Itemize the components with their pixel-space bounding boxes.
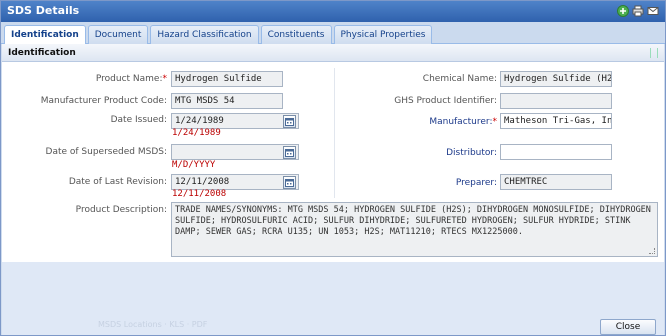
calendar-icon[interactable] (283, 176, 296, 189)
panel-header-label: Identification (8, 48, 76, 58)
date-last-revision-hint: 12/11/2008 (172, 189, 227, 199)
manufacturer-label: Manufacturer:* (429, 117, 497, 127)
grip-icon[interactable] (650, 48, 658, 58)
tab-constituents[interactable]: Constituents (260, 25, 332, 44)
calendar-icon[interactable] (283, 146, 296, 159)
title-bar-icons (617, 5, 659, 17)
product-description-text: TRADE NAMES/SYNONYMS: MTG MSDS 54; HYDRO… (175, 205, 651, 237)
tab-identification[interactable]: Identification (4, 25, 86, 45)
sds-details-window: SDS Details Identification Document Haza… (0, 0, 666, 336)
tab-physical-properties[interactable]: Physical Properties (333, 25, 433, 44)
ghs-identifier-label: GHS Product Identifier: (394, 96, 497, 106)
tab-document[interactable]: Document (87, 25, 149, 44)
chemical-name-label: Chemical Name: (422, 74, 497, 84)
date-superseded-hint: M/D/YYYY (172, 160, 216, 170)
identification-panel: Identification Product Name:* Hydrogen S… (2, 44, 664, 262)
dialog-footer: MSDS Locations · KLS · PDF Close (2, 262, 664, 335)
tab-strip: Identification Document Hazard Classific… (1, 22, 665, 45)
plus-circle-icon[interactable] (617, 5, 629, 17)
tab-hazard-classification[interactable]: Hazard Classification (150, 25, 259, 44)
date-superseded-field[interactable] (171, 144, 299, 160)
date-issued-label: Date Issued: (110, 115, 167, 125)
preparer-field[interactable]: CHEMTREC (500, 174, 612, 190)
product-description-field[interactable]: TRADE NAMES/SYNONYMS: MTG MSDS 54; HYDRO… (171, 202, 658, 257)
chemical-name-field[interactable]: Hydrogen Sulfide (H2S) (500, 71, 612, 87)
date-last-revision-label: Date of Last Revision: (68, 177, 167, 187)
preparer-label: Preparer: (455, 178, 497, 188)
resize-handle-icon[interactable] (649, 248, 655, 254)
product-name-label: Product Name:* (95, 74, 167, 84)
product-description-label: Product Description: (75, 205, 167, 215)
date-issued-hint: 1/24/1989 (172, 128, 221, 138)
distributor-label: Distributor: (446, 148, 497, 158)
product-name-field[interactable]: Hydrogen Sulfide (171, 71, 283, 87)
envelope-icon[interactable] (647, 5, 659, 17)
manufacturer-field[interactable]: Matheson Tri-Gas, Inc. (500, 113, 612, 129)
close-button[interactable]: Close (600, 319, 656, 335)
ghs-identifier-field[interactable] (500, 93, 612, 109)
panel-header: Identification (2, 44, 664, 62)
date-issued-field[interactable]: 1/24/1989 (171, 113, 299, 129)
printer-icon[interactable] (632, 5, 644, 17)
title-bar: SDS Details (1, 1, 665, 22)
distributor-field[interactable] (500, 144, 612, 160)
window-title: SDS Details (7, 4, 80, 17)
footer-faint-text: MSDS Locations · KLS · PDF (98, 320, 208, 329)
column-divider (334, 68, 335, 198)
date-superseded-label: Date of Superseded MSDS: (45, 147, 167, 157)
calendar-icon[interactable] (283, 115, 296, 128)
manufacturer-product-code-label: Manufacturer Product Code: (40, 96, 167, 106)
date-last-revision-field[interactable]: 12/11/2008 (171, 174, 299, 190)
manufacturer-product-code-field[interactable]: MTG MSDS 54 (171, 93, 283, 109)
